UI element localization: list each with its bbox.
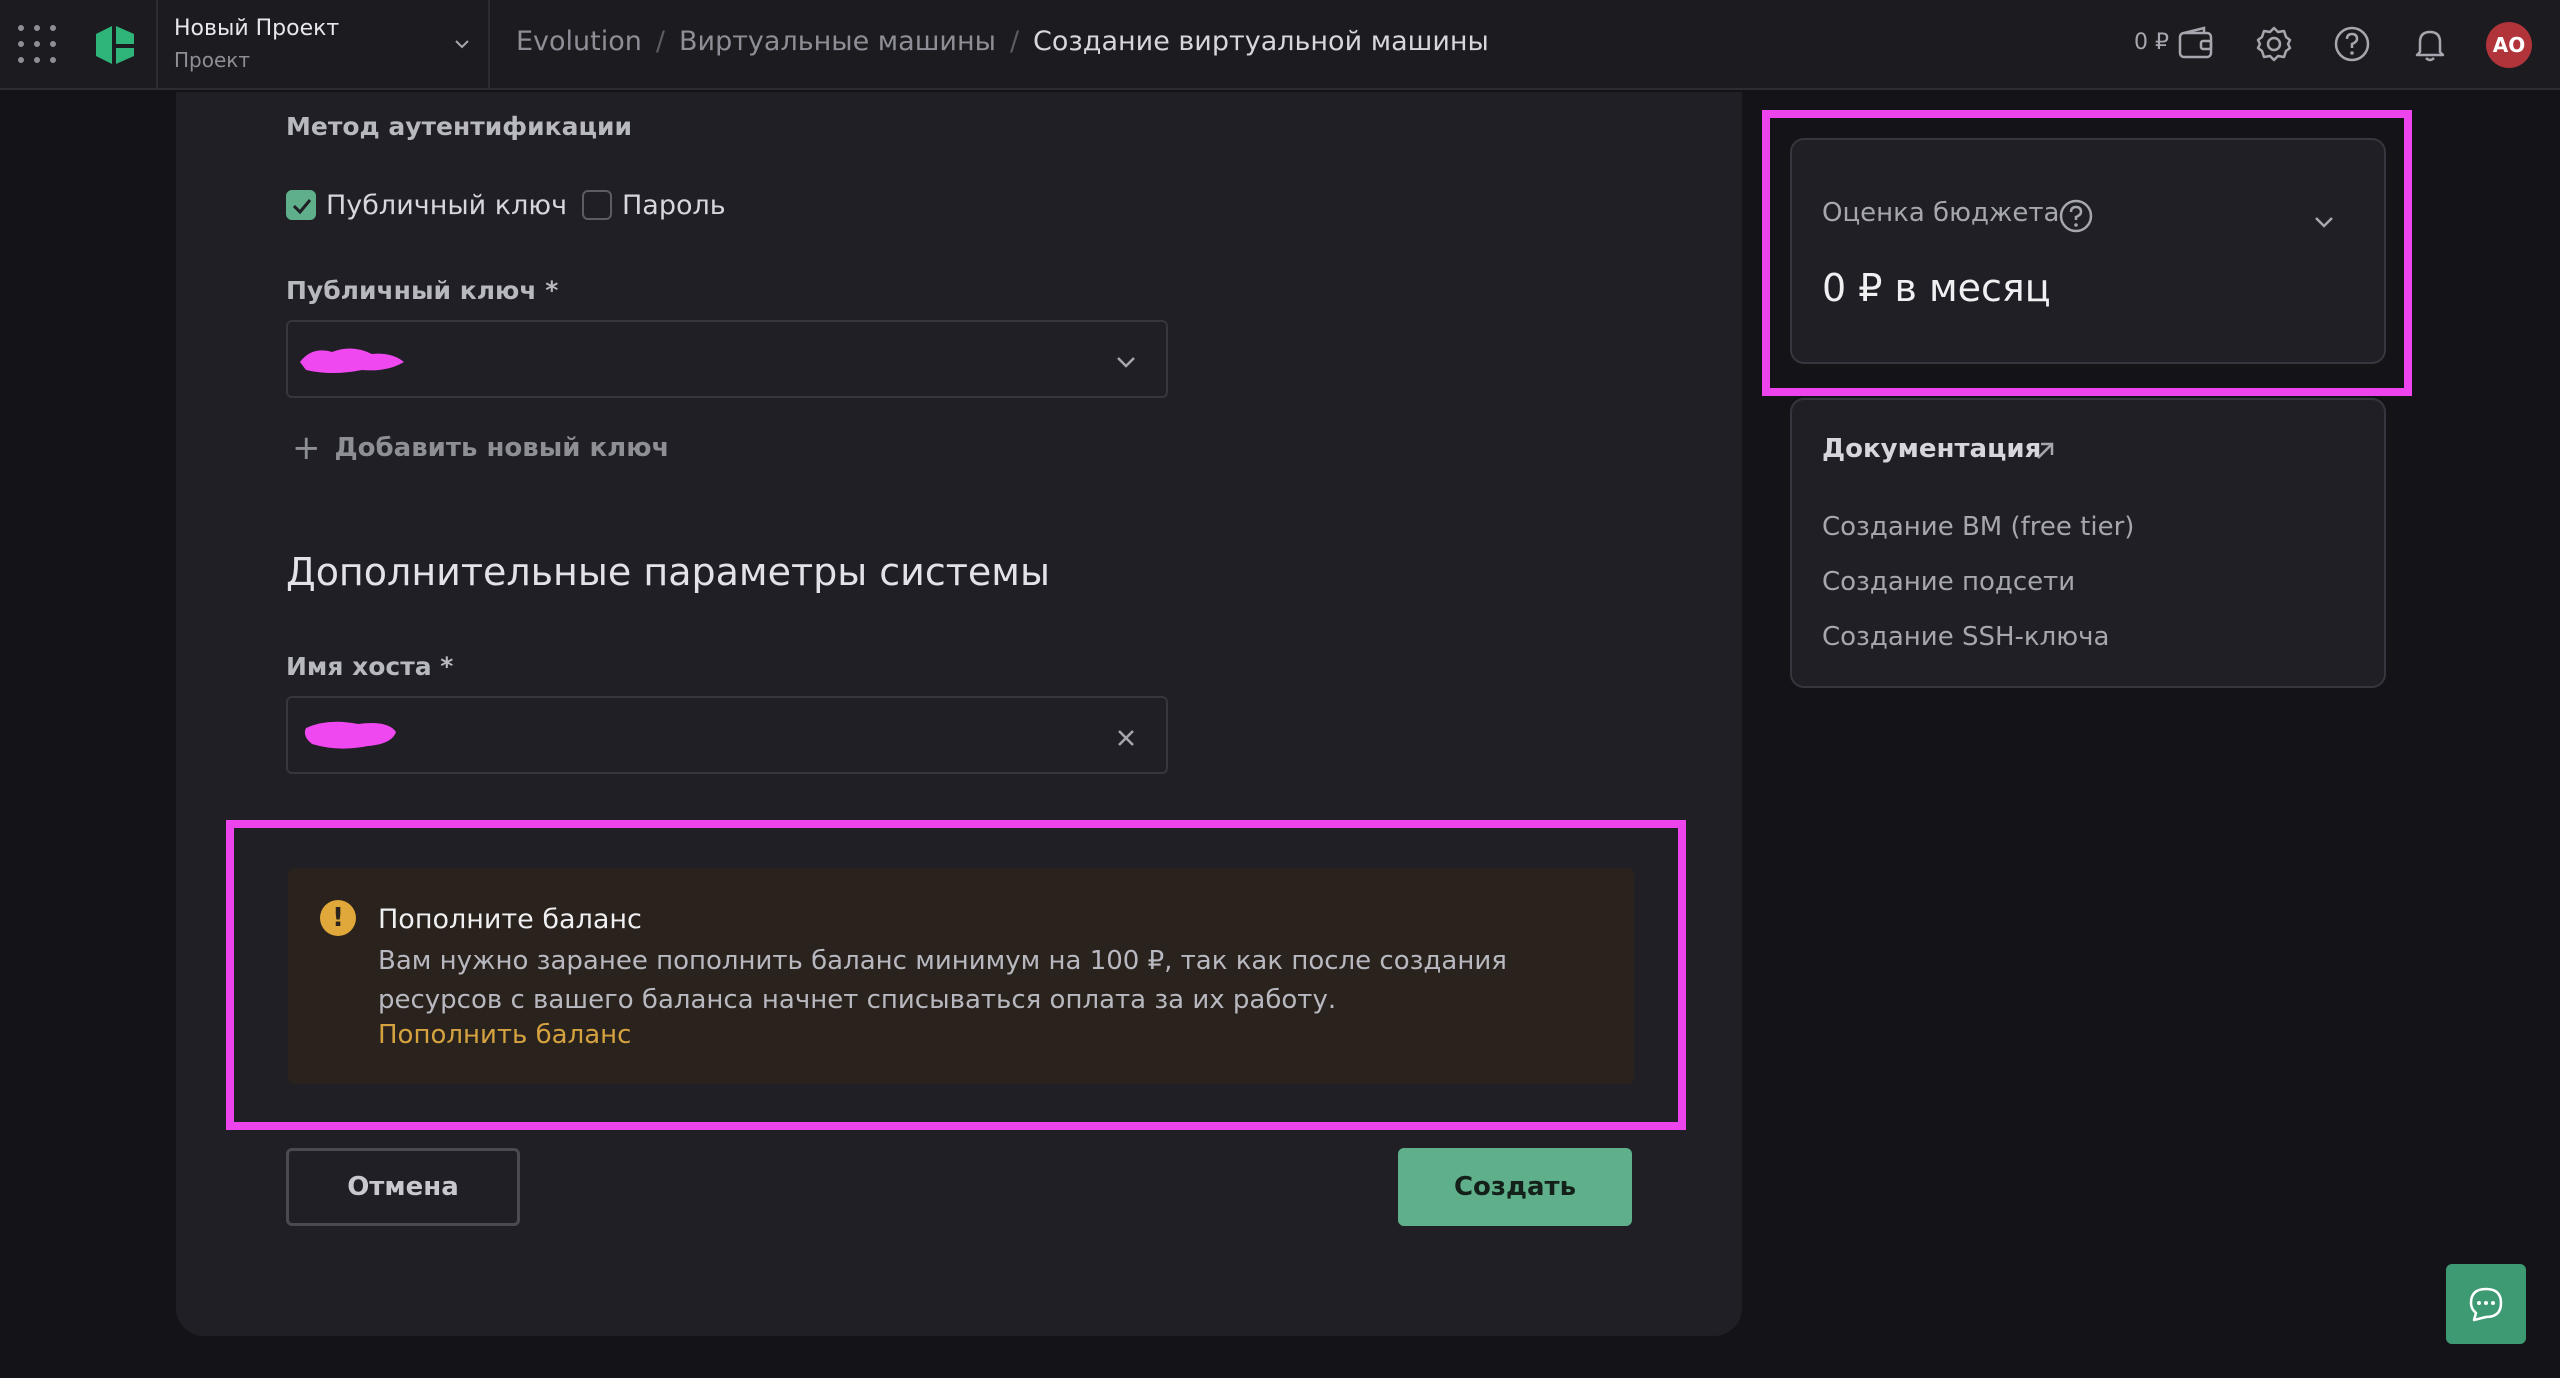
documentation-card: Документация Создание ВМ (free tier) Соз… xyxy=(1790,398,2386,688)
wallet-icon[interactable] xyxy=(2176,24,2216,64)
support-chat-button[interactable] xyxy=(2446,1264,2526,1344)
auth-method-label: Метод аутентификации xyxy=(286,112,633,141)
password-checkbox[interactable] xyxy=(582,190,612,220)
extra-params-title: Дополнительные параметры системы xyxy=(286,550,1050,594)
logo-icon[interactable] xyxy=(92,22,138,68)
top-up-balance-link[interactable]: Пополнить баланс xyxy=(378,1020,631,1050)
clear-icon[interactable] xyxy=(1114,726,1138,750)
project-switcher[interactable]: Новый Проект Проект xyxy=(156,0,490,90)
hostname-input[interactable] xyxy=(286,696,1168,774)
warning-icon: ! xyxy=(320,900,356,936)
balance-amount[interactable]: 0 ₽ xyxy=(2134,30,2169,55)
settings-icon[interactable] xyxy=(2254,24,2294,64)
help-icon[interactable] xyxy=(2332,24,2372,64)
external-link-icon[interactable] xyxy=(2032,438,2058,464)
redaction-mark xyxy=(304,721,396,749)
public-key-label: Публичный ключ * xyxy=(286,276,559,305)
create-button[interactable]: Создать xyxy=(1398,1148,1632,1226)
avatar[interactable]: АО xyxy=(2486,22,2532,68)
top-header: Новый Проект Проект Evolution / Виртуальны… xyxy=(0,0,2560,90)
redaction-mark xyxy=(300,348,404,373)
chevron-down-icon[interactable] xyxy=(2312,210,2336,234)
public-key-select[interactable] xyxy=(286,320,1168,398)
apps-grid-icon[interactable] xyxy=(18,25,56,63)
project-name: Новый Проект xyxy=(174,16,340,41)
public-key-option-label[interactable]: Публичный ключ xyxy=(326,190,567,221)
help-icon[interactable] xyxy=(2058,198,2094,234)
password-option-label[interactable]: Пароль xyxy=(622,190,726,221)
chevron-down-icon xyxy=(455,40,469,49)
budget-label: Оценка бюджета xyxy=(1822,198,2060,228)
breadcrumb-separator: / xyxy=(1009,26,1020,57)
budget-value: 0 ₽ в месяц xyxy=(1822,266,2051,310)
doc-link-create-ssh-key[interactable]: Создание SSH-ключа xyxy=(1822,622,2109,652)
hostname-label: Имя хоста * xyxy=(286,652,454,681)
chevron-down-icon[interactable] xyxy=(1114,350,1138,374)
add-new-key-button[interactable]: + Добавить новый ключ xyxy=(292,428,669,468)
breadcrumb-separator: / xyxy=(655,26,665,57)
cancel-button[interactable]: Отмена xyxy=(286,1148,520,1226)
alert-title: Пополните баланс xyxy=(378,904,642,935)
check-icon xyxy=(292,199,312,215)
breadcrumb: Evolution / Виртуальные машины / Создание ви… xyxy=(516,26,1489,57)
add-new-key-label: Добавить новый ключ xyxy=(334,433,670,463)
chat-icon xyxy=(2469,1287,2503,1322)
project-subtitle: Проект xyxy=(174,48,251,72)
breadcrumb-evolution[interactable]: Evolution xyxy=(516,26,642,57)
docs-title[interactable]: Документация xyxy=(1822,434,2041,464)
top-up-balance-alert: ! Пополните баланс Вам нужно заранее поп… xyxy=(288,868,1634,1084)
breadcrumb-current-page: Создание виртуальной машины xyxy=(1033,26,1489,57)
budget-estimate-card[interactable]: Оценка бюджета 0 ₽ в месяц xyxy=(1790,138,2386,364)
doc-link-create-subnet[interactable]: Создание подсети xyxy=(1822,567,2075,597)
public-key-checkbox[interactable] xyxy=(286,190,316,220)
doc-link-create-vm[interactable]: Создание ВМ (free tier) xyxy=(1822,512,2134,542)
breadcrumb-virtual-machines[interactable]: Виртуальные машины xyxy=(679,26,996,57)
alert-text: Вам нужно заранее пополнить баланс миним… xyxy=(378,946,1507,1015)
bell-icon[interactable] xyxy=(2410,24,2450,64)
plus-icon: + xyxy=(292,428,321,468)
